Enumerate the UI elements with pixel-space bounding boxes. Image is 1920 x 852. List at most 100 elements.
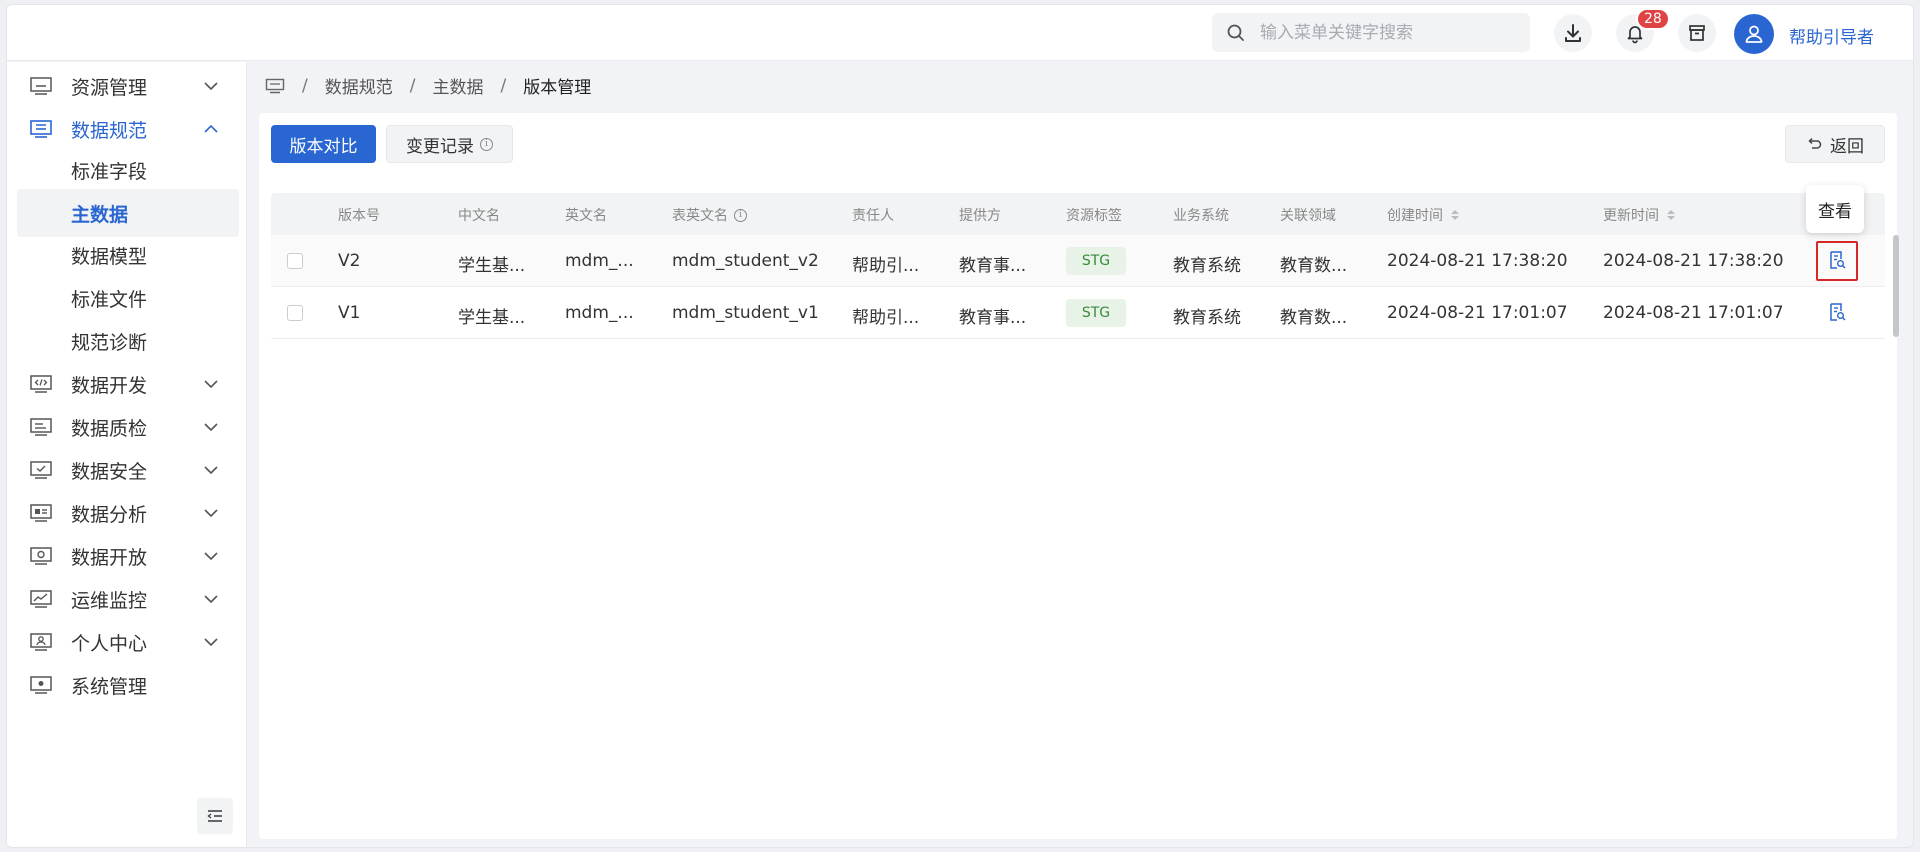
table-row: V2 学生基... mdm_... mdm_student_v2 帮助引... … (271, 235, 1885, 287)
cell-table-name: mdm_student_v2 (672, 251, 819, 271)
change-history-button[interactable]: 变更记录 i (386, 125, 513, 163)
breadcrumb-item[interactable]: 主数据 (432, 73, 483, 98)
column-header-label: 创建时间 (1387, 208, 1443, 224)
code-icon (30, 375, 52, 393)
home-monitor-icon[interactable] (265, 78, 285, 94)
info-icon: i (734, 208, 747, 222)
sidebar-item-system[interactable]: 系统管理 (7, 661, 247, 709)
sidebar-item-label: 运维监控 (71, 589, 148, 612)
sidebar-item-data-dev[interactable]: 数据开发 (7, 360, 247, 408)
chevron-down-icon (204, 82, 218, 91)
table-scrollbar[interactable] (1893, 235, 1899, 337)
column-header-table-name: 表英文名 i (672, 205, 747, 225)
info-icon: i (480, 137, 493, 151)
download-button[interactable] (1554, 14, 1592, 52)
sidebar-subitem-master-data[interactable]: 主数据 (17, 189, 239, 237)
sort-icon[interactable] (1667, 210, 1675, 220)
sidebar-item-resource[interactable]: 资源管理 (7, 62, 247, 110)
sort-icon[interactable] (1451, 210, 1459, 220)
return-icon (1808, 137, 1822, 149)
view-document-icon[interactable] (1827, 302, 1847, 322)
sidebar-item-personal[interactable]: 个人中心 (7, 618, 247, 666)
sidebar-item-ops-monitor[interactable]: 运维监控 (7, 575, 247, 623)
main-panel: 版本对比 变更记录 i 返回 版本号 中文名 英文名 表英文名 i 责任人 提供… (259, 113, 1897, 839)
archive-button[interactable] (1678, 14, 1716, 52)
back-button[interactable]: 返回 (1785, 125, 1885, 163)
search-icon (1227, 24, 1244, 41)
top-header: 28 帮助引导者 (7, 5, 1913, 61)
avatar[interactable] (1734, 14, 1774, 54)
cell-owner: 帮助引... (852, 308, 920, 328)
shield-monitor-icon (30, 461, 52, 479)
sidebar-subitem-data-model[interactable]: 数据模型 (17, 231, 239, 279)
sidebar-subitem-label: 标准文件 (71, 288, 148, 311)
cell-updated: 2024-08-21 17:01:07 (1603, 303, 1784, 323)
app-window: 28 帮助引导者 资源管理 数据规范 标准字段 主数据 数 (6, 4, 1914, 848)
column-header: 中文名 (458, 208, 500, 224)
cell-cn-name: 学生基... (458, 308, 526, 328)
breadcrumb-item[interactable]: 数据规范 (325, 73, 393, 98)
download-icon (1565, 24, 1581, 42)
line-chart-icon (30, 590, 52, 608)
sidebar-subitem-label: 主数据 (71, 203, 129, 226)
cell-version: V2 (338, 251, 361, 271)
sidebar-item-data-analysis[interactable]: 数据分析 (7, 489, 247, 537)
resource-tag: STG (1066, 299, 1126, 327)
sidebar-item-label: 数据质检 (71, 417, 148, 440)
breadcrumb-separator: / (500, 75, 507, 96)
sidebar-item-label: 资源管理 (71, 76, 148, 99)
sidebar-subitem-standard-field[interactable]: 标准字段 (17, 146, 239, 194)
gear-monitor-icon (30, 676, 52, 694)
sidebar-item-data-quality[interactable]: 数据质检 (7, 403, 247, 451)
highlight-box (1816, 241, 1858, 281)
monitor-icon (30, 77, 52, 95)
checklist-icon (30, 418, 52, 436)
chart-monitor-icon (30, 504, 52, 522)
sidebar-item-data-open[interactable]: 数据开放 (7, 532, 247, 580)
search-input[interactable] (1260, 22, 1510, 43)
cell-system: 教育系统 (1173, 256, 1241, 276)
indent-icon (207, 810, 222, 822)
sidebar-item-data-security[interactable]: 数据安全 (7, 446, 247, 494)
table-header: 版本号 中文名 英文名 表英文名 i 责任人 提供方 资源标签 业务系统 关联领… (271, 193, 1885, 235)
cell-owner: 帮助引... (852, 256, 920, 276)
column-header: 责任人 (852, 208, 894, 224)
row-checkbox[interactable] (287, 253, 303, 269)
cell-table-name: mdm_student_v1 (672, 303, 819, 323)
chevron-down-icon (204, 595, 218, 604)
breadcrumb-separator: / (409, 75, 416, 96)
username-link[interactable]: 帮助引导者 (1789, 23, 1874, 48)
column-header-updated[interactable]: 更新时间 (1603, 205, 1675, 225)
sidebar-collapse-button[interactable] (197, 798, 233, 834)
cell-created: 2024-08-21 17:38:20 (1387, 251, 1568, 271)
chevron-down-icon (204, 380, 218, 389)
table-row: V1 学生基... mdm_... mdm_student_v1 帮助引... … (271, 287, 1885, 339)
column-header: 英文名 (565, 208, 607, 224)
chevron-down-icon (204, 509, 218, 518)
open-monitor-icon (30, 547, 52, 565)
column-header: 提供方 (959, 208, 1001, 224)
change-history-label: 变更记录 (406, 136, 474, 157)
user-card-icon (30, 633, 52, 651)
version-compare-button[interactable]: 版本对比 (271, 125, 376, 163)
archive-icon (1689, 25, 1705, 41)
chevron-up-icon (204, 124, 218, 133)
sidebar-item-label: 数据规范 (71, 119, 148, 142)
resource-tag: STG (1066, 247, 1126, 275)
breadcrumb-separator: / (302, 75, 308, 96)
sidebar-subitem-diagnosis[interactable]: 规范诊断 (17, 317, 239, 365)
sidebar-subitem-label: 数据模型 (71, 245, 148, 268)
chevron-down-icon (204, 466, 218, 475)
sidebar-subitem-label: 规范诊断 (71, 331, 148, 354)
cell-provider: 教育事... (959, 308, 1027, 328)
sidebar-item-label: 个人中心 (71, 632, 148, 655)
search-box[interactable] (1212, 13, 1530, 52)
row-checkbox[interactable] (287, 305, 303, 321)
sidebar-subitem-standard-file[interactable]: 标准文件 (17, 274, 239, 322)
breadcrumb-current: 版本管理 (523, 78, 592, 98)
column-header-created[interactable]: 创建时间 (1387, 205, 1459, 225)
sidebar-item-label: 数据开放 (71, 546, 148, 569)
notification-button[interactable]: 28 (1616, 8, 1670, 52)
column-header: 版本号 (338, 208, 380, 224)
user-icon (1745, 25, 1763, 43)
